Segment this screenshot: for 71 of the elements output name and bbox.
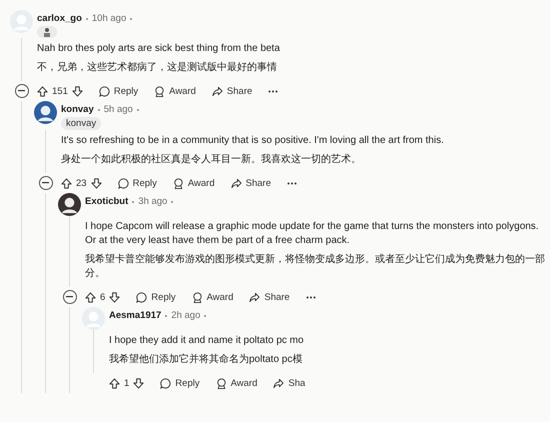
collapse-button[interactable] bbox=[14, 84, 28, 98]
figure-icon bbox=[42, 27, 52, 37]
speech-bubble-icon bbox=[160, 378, 172, 388]
comment-text: 身处一个如此积极的社区真是令人耳目一新。我喜欢这一切的艺术。 bbox=[61, 153, 362, 167]
comment-text: 我希望他们添加它并将其命名为poltato pc模 bbox=[109, 353, 304, 367]
reply-button[interactable]: Reply bbox=[98, 86, 138, 96]
reply-button[interactable]: Reply bbox=[160, 378, 200, 388]
share-button[interactable]: Sha bbox=[273, 378, 306, 388]
comment-text: Nah bro thes poly arts are sick best thing from the beta bbox=[37, 42, 281, 56]
vote-count: 151 bbox=[52, 86, 68, 96]
upvote-icon[interactable] bbox=[109, 378, 120, 388]
more-icon[interactable] bbox=[287, 182, 297, 184]
downvote-icon[interactable] bbox=[109, 292, 120, 302]
comment-text: It's so refreshing to be in a community that is so positive. I'm loving all the art from this. bbox=[61, 134, 445, 148]
collapse-button[interactable] bbox=[38, 176, 52, 190]
separator-dot bbox=[98, 108, 100, 110]
comment-text: 不，兄弟，这些艺术都病了，这是测试版中最好的事情 bbox=[37, 61, 278, 75]
award-button[interactable]: Award bbox=[172, 178, 215, 188]
timestamp: 5h ago bbox=[104, 104, 133, 115]
reply-button[interactable]: Reply bbox=[136, 292, 176, 302]
upvote-icon[interactable] bbox=[85, 292, 96, 302]
username[interactable]: Aesma1917 bbox=[109, 310, 162, 321]
share-arrow-icon bbox=[212, 86, 223, 96]
vote-count: 1 bbox=[124, 378, 130, 388]
upvote-icon[interactable] bbox=[61, 178, 72, 188]
share-arrow-icon bbox=[273, 378, 284, 388]
share-button[interactable]: Share bbox=[249, 292, 290, 302]
vote-count: 23 bbox=[76, 178, 87, 188]
separator-dot bbox=[132, 200, 134, 202]
share-button[interactable]: Share bbox=[230, 178, 271, 188]
award-button[interactable]: Award bbox=[216, 378, 258, 388]
share-arrow-icon bbox=[249, 292, 260, 302]
downvote-icon[interactable] bbox=[72, 86, 83, 96]
award-icon bbox=[192, 292, 203, 302]
collapse-button[interactable] bbox=[62, 290, 76, 304]
downvote-icon[interactable] bbox=[133, 378, 144, 388]
timestamp: 3h ago bbox=[138, 196, 168, 207]
award-icon bbox=[172, 178, 184, 188]
speech-bubble-icon bbox=[98, 86, 110, 96]
minus-icon bbox=[18, 90, 25, 92]
user-flair: konvay bbox=[61, 117, 102, 130]
award-button[interactable]: Award bbox=[154, 86, 196, 96]
username[interactable]: carlox_go bbox=[37, 13, 82, 24]
share-arrow-icon bbox=[230, 178, 242, 188]
more-icon[interactable] bbox=[306, 296, 316, 298]
separator-dot bbox=[136, 108, 139, 110]
award-button[interactable]: Award bbox=[192, 292, 234, 302]
speech-bubble-icon bbox=[118, 178, 129, 188]
separator-dot bbox=[86, 18, 88, 20]
separator-dot bbox=[171, 200, 174, 202]
more-icon[interactable] bbox=[268, 90, 278, 92]
downvote-icon[interactable] bbox=[90, 178, 102, 188]
minus-icon bbox=[66, 296, 73, 298]
comment-text: I hope Capcom will release a graphic mode update for the game that turns the monsters into polygons. Or at the very least have them be part of a free charm pack. bbox=[85, 220, 540, 248]
timestamp: 2h ago bbox=[171, 310, 200, 321]
separator-dot bbox=[165, 314, 168, 316]
award-icon bbox=[154, 86, 166, 96]
comment-text: 我希望卡普空能够发布游戏的图形模式更新，将怪物变成多边形。或者至少让它们成为免费魅力包的一部分。 bbox=[85, 253, 546, 281]
username[interactable]: konvay bbox=[61, 104, 94, 115]
timestamp: 10h ago bbox=[92, 13, 126, 24]
separator-dot bbox=[130, 18, 132, 20]
separator-dot bbox=[204, 314, 206, 316]
reply-button[interactable]: Reply bbox=[118, 178, 157, 188]
minus-icon bbox=[42, 182, 49, 184]
vote-count: 6 bbox=[100, 292, 106, 302]
comment-text: I hope they add it and name it poltato pc mo bbox=[109, 334, 305, 348]
speech-bubble-icon bbox=[136, 292, 148, 302]
award-icon bbox=[216, 378, 227, 388]
username[interactable]: Exoticbut bbox=[85, 196, 128, 207]
upvote-icon[interactable] bbox=[37, 86, 48, 96]
share-button[interactable]: Share bbox=[212, 86, 252, 96]
